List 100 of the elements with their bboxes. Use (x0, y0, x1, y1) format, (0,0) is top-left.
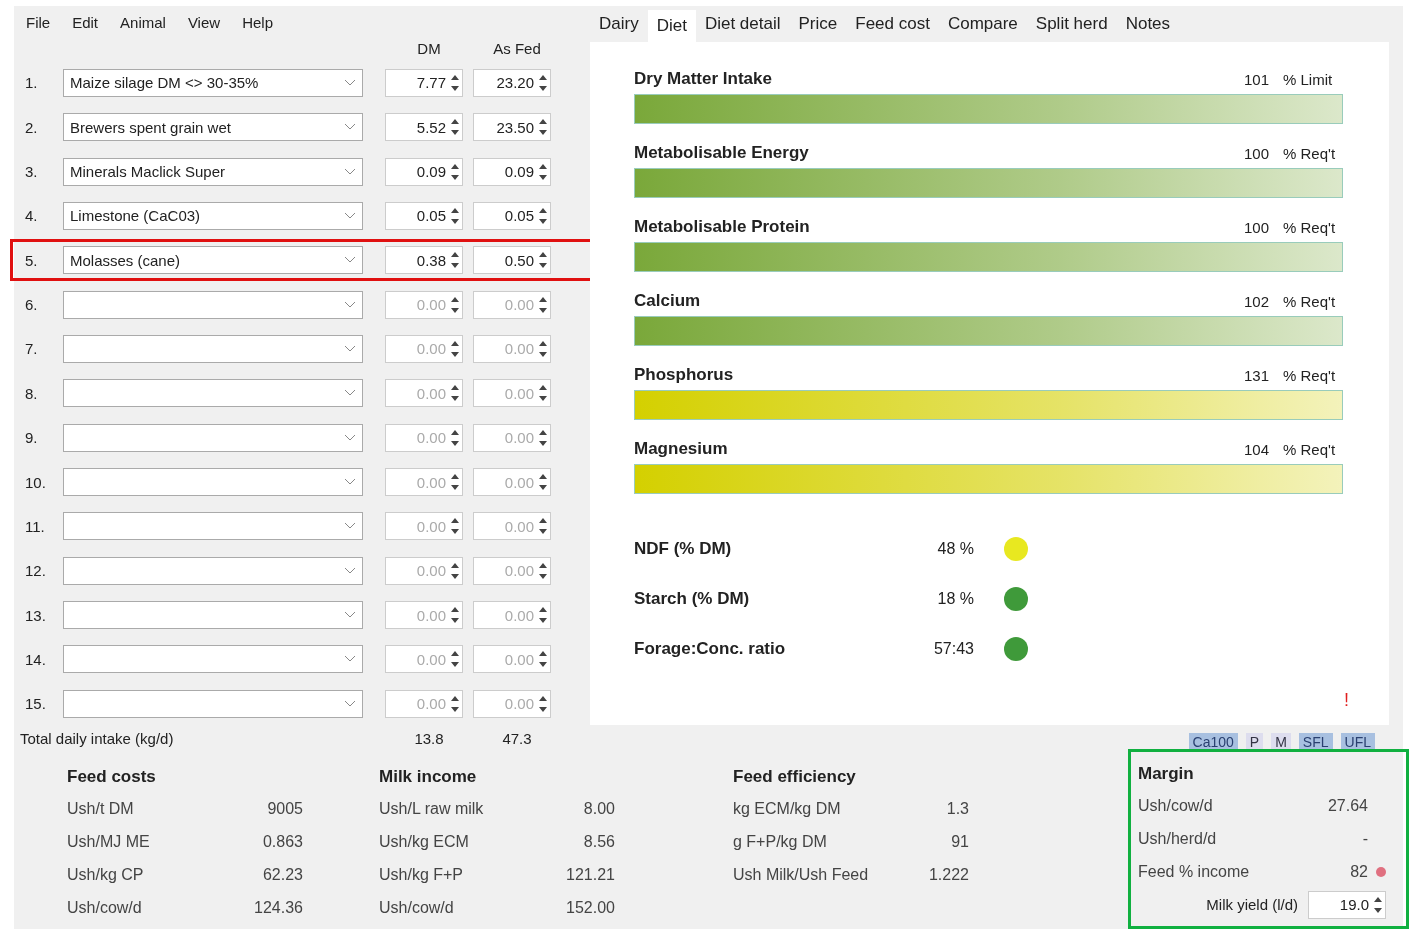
dm-spinbox[interactable]: 5.52 (385, 113, 463, 142)
row-number: 14. (24, 650, 47, 668)
row-number: 8. (24, 384, 39, 402)
summary-label: Ush/L raw milk (379, 799, 485, 818)
as-fed-spinbox[interactable]: 0.09 (473, 157, 551, 186)
dm-spinbox[interactable]: 0.38 (385, 246, 463, 275)
metric-name: Calcium (634, 291, 702, 311)
summary-label: Ush/t DM (67, 799, 135, 818)
summary-value: 62.23 (261, 865, 303, 884)
menu-item[interactable]: Help (242, 14, 273, 36)
tab[interactable]: Price (789, 8, 847, 40)
chevron-down-icon (344, 478, 356, 486)
summary-value: 9005 (266, 799, 303, 818)
row-number: 1. (24, 74, 39, 92)
summary-label: Ush/kg F+P (379, 865, 465, 884)
dm-spinbox[interactable]: 0.09 (385, 157, 463, 186)
dm-spinbox[interactable]: 7.77 (385, 68, 463, 97)
row-number: 6. (24, 296, 39, 314)
metric-name: Magnesium (634, 439, 729, 459)
summary-label: Ush/cow/d (379, 898, 455, 917)
row-number: 4. (24, 207, 39, 225)
chevron-down-icon (344, 78, 356, 87)
column-header: DM (416, 39, 442, 57)
feed-dropdown[interactable]: Maize silage DM <> 30-35% (63, 68, 363, 97)
warning-mark: ! (1344, 690, 1349, 711)
feed-dropdown[interactable]: Molasses (cane) (63, 246, 363, 275)
row-number: 2. (24, 118, 39, 136)
summary-value: 82 (1349, 862, 1368, 881)
metric-name: Dry Matter Intake (634, 69, 773, 89)
as-fed-spinbox[interactable]: 0.05 (473, 201, 551, 230)
column-header: As Fed (492, 39, 542, 57)
tab[interactable]: Notes (1116, 8, 1180, 40)
summary-label: Ush Milk/Ush Feed (733, 865, 870, 884)
menu-item[interactable]: Animal (120, 14, 166, 36)
indicator-value: 18 % (936, 590, 974, 608)
summary-label: Ush/cow/d (67, 898, 143, 917)
summary-value: 124.36 (253, 898, 303, 917)
indicator-name: Forage:Conc. ratio (634, 639, 787, 659)
chevron-down-icon (344, 389, 356, 398)
chevron-down-icon (344, 123, 356, 132)
indicator-value: 48 % (936, 540, 974, 558)
menu-item[interactable]: File (26, 14, 51, 36)
total-value: 13.8 (413, 730, 445, 747)
row-number: 3. (24, 163, 39, 181)
row-number: 12. (24, 562, 47, 580)
summary-label: Ush/cow/d (1138, 796, 1214, 815)
metric-value: 104 (1242, 440, 1269, 458)
metric-name: Phosphorus (634, 365, 735, 385)
indicator-value: 57:43 (932, 640, 974, 658)
feed-dropdown[interactable]: Minerals Maclick Super (63, 157, 363, 186)
section-title: Feed efficiency (733, 766, 857, 788)
metric-unit: % Req't (1283, 218, 1337, 236)
row-number: 13. (24, 606, 47, 624)
indicator-name: Starch (% DM) (634, 589, 751, 609)
dm-spinbox[interactable]: 0.05 (385, 201, 463, 230)
chevron-down-icon (344, 566, 356, 575)
as-fed-spinbox[interactable]: 23.50 (473, 113, 551, 142)
metric-unit: % Limit (1283, 70, 1334, 88)
chevron-down-icon (344, 345, 356, 353)
as-fed-spinbox[interactable]: 0.50 (473, 246, 551, 275)
summary-value: - (1361, 829, 1368, 848)
summary-label: Ush/kg CP (67, 865, 145, 884)
summary-value: 1.3 (945, 799, 969, 818)
tab[interactable]: Dairy (590, 8, 648, 40)
metric-name: Metabolisable Energy (634, 143, 810, 163)
menu-item[interactable]: View (187, 14, 221, 36)
chevron-down-icon (344, 211, 356, 220)
section-title: Margin (1138, 763, 1195, 785)
tab[interactable]: Feed cost (846, 8, 939, 40)
row-number: 10. (24, 473, 47, 491)
metric-value: 102 (1242, 292, 1269, 310)
tab[interactable]: Diet (647, 10, 696, 42)
milk-yield-label: Milk yield (l/d) (1206, 896, 1298, 913)
tab[interactable]: Diet detail (695, 8, 790, 40)
chevron-down-icon (344, 699, 356, 708)
metric-value: 100 (1242, 144, 1269, 162)
metric-unit: % Req't (1283, 366, 1337, 384)
summary-value: 121.21 (565, 865, 615, 884)
summary-value: 91 (950, 832, 969, 851)
summary-label: Ush/kg ECM (379, 832, 470, 851)
summary-value: 8.00 (582, 799, 615, 818)
milk-yield-spinbox[interactable]: 19.0 (1308, 890, 1386, 919)
chevron-down-icon (344, 256, 356, 265)
summary-value: 8.56 (582, 832, 615, 851)
as-fed-spinbox[interactable]: 23.20 (473, 68, 551, 97)
row-number: 11. (24, 517, 46, 535)
metric-value: 100 (1242, 218, 1269, 236)
chevron-down-icon (344, 522, 356, 531)
feed-dropdown[interactable]: Limestone (CaC03) (63, 201, 363, 230)
summary-value: 152.00 (565, 898, 615, 917)
metric-value: 131 (1242, 366, 1269, 384)
tab[interactable]: Compare (938, 8, 1027, 40)
chevron-down-icon (344, 655, 356, 664)
summary-value: 1.222 (927, 865, 969, 884)
metric-unit: % Req't (1283, 440, 1337, 458)
feed-dropdown[interactable]: Brewers spent grain wet (63, 113, 363, 142)
summary-value: 0.863 (261, 832, 303, 851)
menu-item[interactable]: Edit (72, 14, 99, 36)
tab[interactable]: Split herd (1026, 8, 1117, 40)
summary-label: Ush/MJ ME (67, 832, 151, 851)
